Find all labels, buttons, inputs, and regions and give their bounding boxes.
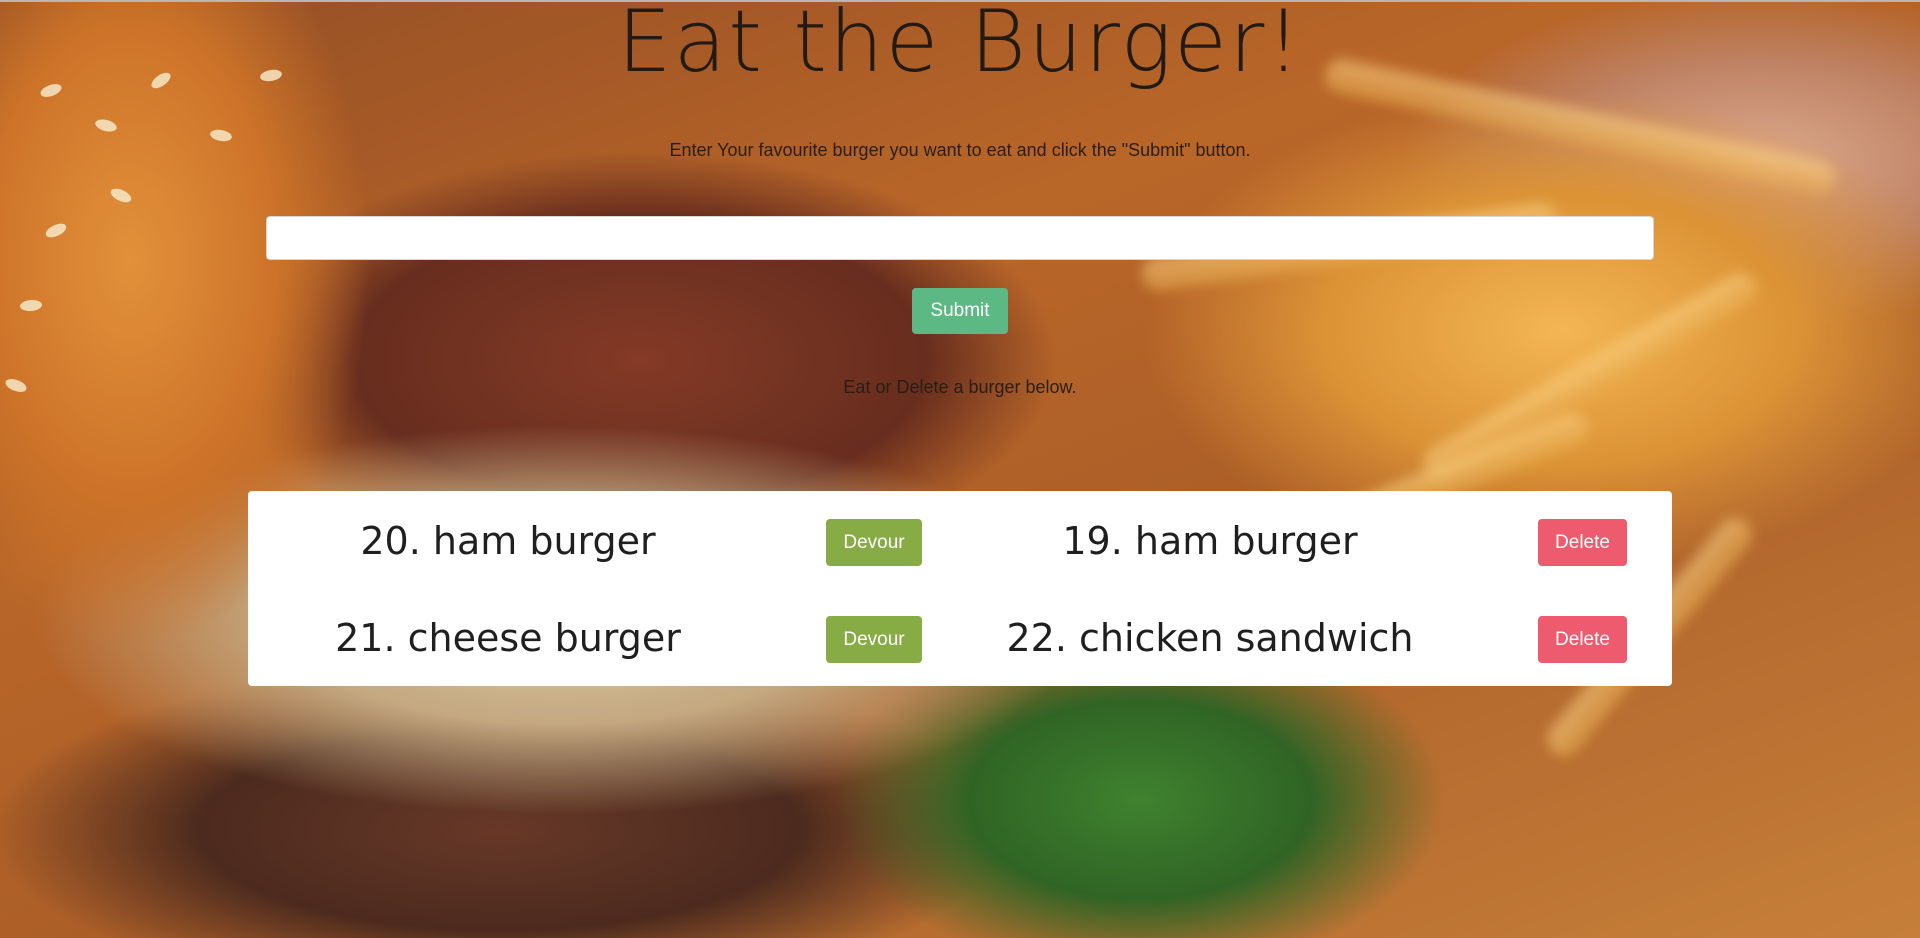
devour-button[interactable]: Devour [826, 616, 922, 663]
delete-button[interactable]: Delete [1538, 616, 1627, 663]
list-item: 21. cheese burger Devour [248, 608, 960, 668]
burger-name: 21. cheese burger [335, 616, 681, 660]
burger-list-panel: 20. ham burger Devour 21. cheese burger … [248, 491, 1672, 686]
delete-button[interactable]: Delete [1538, 519, 1627, 566]
burger-name: 19. ham burger [1062, 519, 1358, 563]
page-subtitle: Enter Your favourite burger you want to … [669, 140, 1251, 160]
burger-name: 22. chicken sandwich [1006, 616, 1414, 660]
list-instruction: Eat or Delete a burger below. [843, 377, 1077, 397]
list-item: 22. chicken sandwich Delete [960, 608, 1672, 668]
page-title: Eat the Burger! [617, 0, 1303, 92]
devour-button[interactable]: Devour [826, 519, 922, 566]
burger-name-input[interactable] [266, 216, 1654, 260]
page-container: Eat the Burger! Enter Your favourite bur… [0, 0, 1920, 938]
list-item: 20. ham burger Devour [248, 511, 960, 571]
submit-button[interactable]: Submit [912, 288, 1008, 334]
list-item: 19. ham burger Delete [960, 511, 1672, 571]
burger-name: 20. ham burger [360, 519, 656, 563]
